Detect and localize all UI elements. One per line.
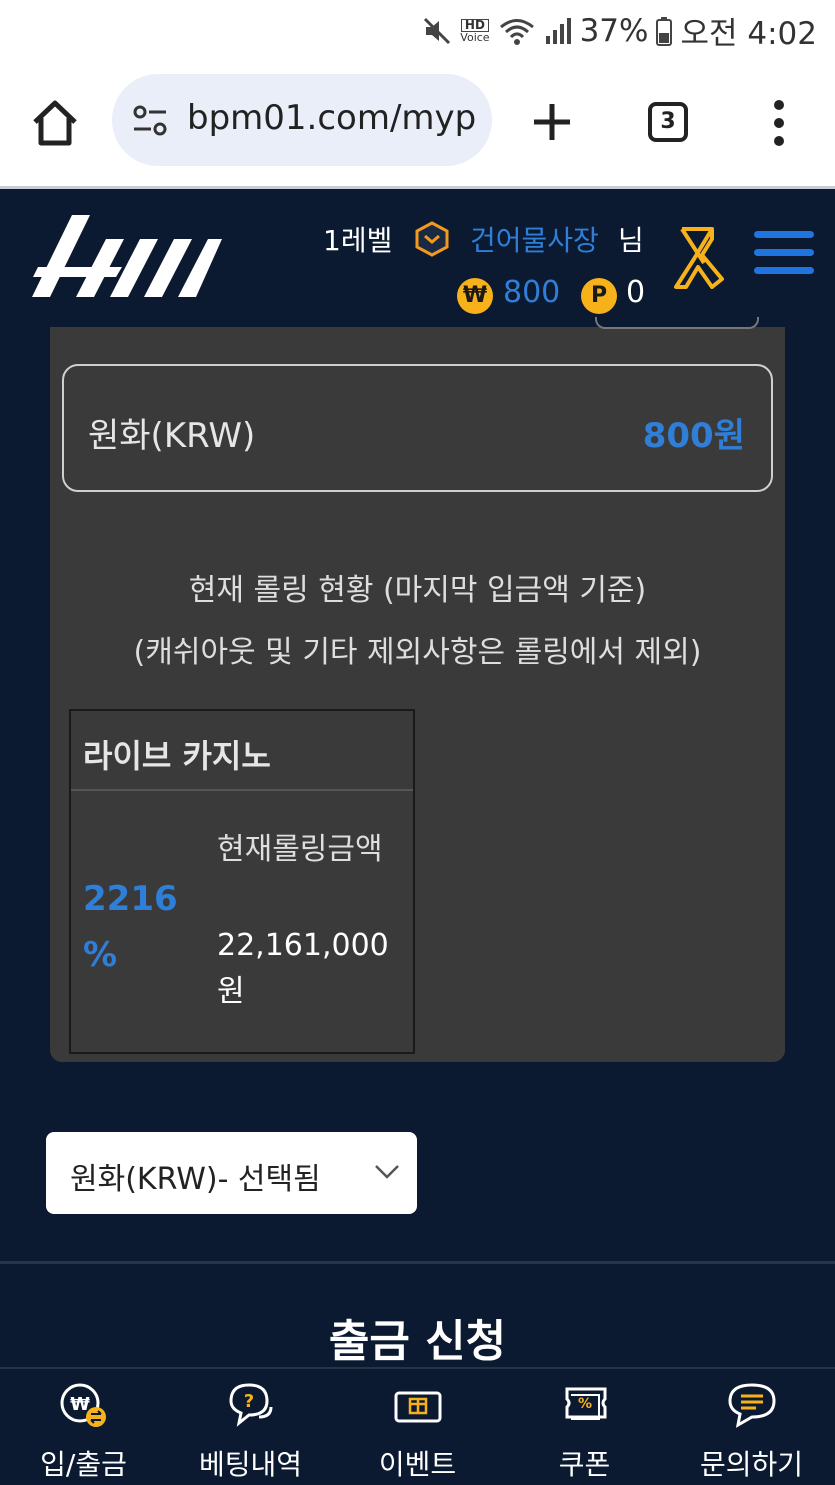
svg-text:₩: ₩ (70, 1394, 90, 1415)
user-level: 1레벨 (323, 224, 393, 257)
section-divider (0, 1261, 835, 1264)
site-logo-icon[interactable] (32, 215, 222, 297)
svg-text:%: % (578, 1396, 592, 1412)
chevron-down-icon (375, 1165, 399, 1179)
nav-item-event[interactable]: 이벤트 (334, 1369, 501, 1485)
nav-item-deposit-withdraw[interactable]: ₩ 입/출금 (0, 1369, 167, 1485)
battery-icon (656, 16, 673, 46)
rolling-amount-value: 22,161,000원 (217, 928, 389, 1009)
nav-label: 쿠폰 (558, 1448, 611, 1481)
home-icon[interactable] (30, 98, 80, 148)
point-coin-icon: P (581, 278, 617, 314)
more-options-icon[interactable] (772, 100, 786, 146)
rolling-amount-label: 현재롤링금액 (217, 832, 383, 867)
nav-item-coupon[interactable]: % 쿠폰 (501, 1369, 668, 1485)
rolling-percent: 2216 % (83, 879, 178, 975)
hd-voice-icon: HD Voice (460, 17, 490, 44)
krw-balance-box: 원화(KRW) 800원 (62, 364, 773, 492)
mute-icon (424, 17, 451, 44)
coupon-icon: % (565, 1387, 607, 1420)
panel-top-button[interactable] (595, 317, 759, 329)
withdraw-title: 출금 신청 (328, 1316, 507, 1367)
address-bar[interactable]: bpm01.com/myp (112, 74, 492, 166)
nav-label: 이벤트 (378, 1448, 457, 1481)
browser-toolbar: bpm01.com/myp 3 (0, 58, 835, 186)
level-badge-icon (415, 221, 449, 257)
tab-switcher-button[interactable]: 3 (648, 102, 688, 142)
username-suffix: 님 (618, 224, 644, 257)
username[interactable]: 건어물사장 (470, 219, 599, 259)
card-divider (71, 789, 413, 791)
url-text[interactable]: bpm01.com/myp (187, 98, 477, 138)
live-casino-card: 라이브 카지노 2216 % 현재롤링금액 22,161,000원 (69, 709, 415, 1054)
nav-item-betting-history[interactable]: ? 베팅내역 (167, 1369, 334, 1485)
chat-bubble-icon (728, 1383, 776, 1428)
clock: 오전 4:02 (680, 16, 817, 52)
nav-label: 입/출금 (40, 1448, 127, 1481)
signal-icon (545, 17, 571, 44)
gift-ticket-icon (394, 1391, 442, 1423)
card-title: 라이브 카지노 (83, 737, 271, 775)
ribbon-icon[interactable] (672, 227, 724, 289)
balance-panel: 원화(KRW) 800원 현재 롤링 현황 (마지막 입금액 기준) (캐쉬아웃… (50, 317, 785, 1062)
rolling-status-note: (캐쉬아웃 및 기타 제외사항은 롤링에서 제외) (133, 635, 702, 670)
currency-select-value: 원화(KRW)- 선택됨 (70, 1162, 321, 1197)
nav-label: 베팅내역 (198, 1448, 303, 1481)
wifi-icon (499, 18, 534, 45)
deposit-withdraw-icon: ₩ (60, 1383, 106, 1427)
won-balance: 800 (503, 275, 561, 310)
svg-text:?: ? (244, 1391, 254, 1412)
new-tab-icon[interactable] (530, 100, 574, 144)
site-header: 1레벨 건어물사장 님 ₩ 800 P 0 (0, 189, 835, 327)
nav-item-inquiry[interactable]: 문의하기 (668, 1369, 835, 1485)
battery-percent: 37% (579, 12, 649, 49)
won-coin-icon: ₩ (457, 278, 493, 314)
question-chat-icon: ? (229, 1383, 273, 1427)
krw-value: 800원 (642, 416, 745, 456)
point-balance: 0 (626, 275, 646, 310)
rolling-status-title: 현재 롤링 현황 (마지막 입금액 기준) (188, 573, 647, 608)
krw-label: 원화(KRW) (88, 416, 256, 456)
site-settings-icon[interactable] (132, 104, 168, 138)
status-bar: HD Voice 37% 오전 4:02 (0, 0, 835, 58)
bottom-nav: ₩ 입/출금 ? 베팅내역 이벤트 % 쿠폰 문의하기 (0, 1367, 835, 1485)
hamburger-menu-icon[interactable] (754, 231, 814, 279)
currency-select[interactable]: 원화(KRW)- 선택됨 (46, 1132, 417, 1214)
nav-label: 문의하기 (699, 1448, 804, 1481)
